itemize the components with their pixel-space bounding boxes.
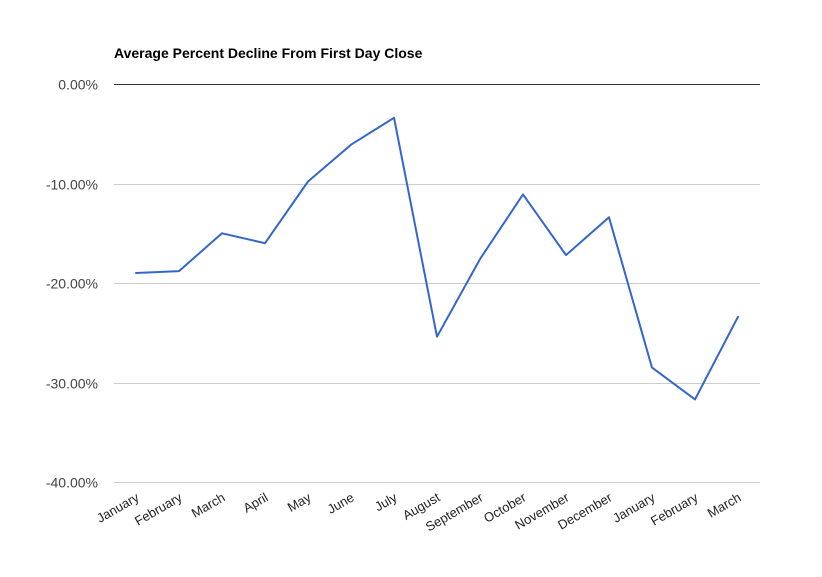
line-chart: Average Percent Decline From First Day C… [46, 45, 760, 534]
y-tick-label: -20.00% [46, 276, 98, 292]
data-point[interactable] [133, 270, 139, 276]
data-point[interactable] [735, 314, 741, 320]
data-point[interactable] [262, 240, 268, 246]
gridlines [114, 84, 760, 483]
x-tick-label: February [132, 489, 185, 528]
data-point[interactable] [520, 191, 526, 197]
data-point[interactable] [305, 179, 311, 185]
data-point[interactable] [692, 396, 698, 402]
y-tick-label: -40.00% [46, 475, 98, 491]
data-point[interactable] [434, 334, 440, 340]
y-tick-label: -30.00% [46, 376, 98, 392]
x-tick-label: May [285, 489, 314, 515]
data-point[interactable] [606, 214, 612, 220]
data-point[interactable] [219, 230, 225, 236]
chart-title: Average Percent Decline From First Day C… [114, 45, 423, 61]
data-point[interactable] [649, 365, 655, 371]
data-point[interactable] [391, 115, 397, 121]
series-line [135, 116, 739, 401]
x-tick-label: July [372, 489, 400, 514]
x-tick-label: June [325, 490, 357, 517]
y-tick-label: 0.00% [58, 77, 98, 93]
x-tick-label: April [240, 490, 270, 516]
y-axis-ticks: 0.00% -10.00% -20.00% -30.00% -40.00% [46, 77, 98, 491]
x-tick-label: March [705, 490, 744, 521]
x-tick-label: March [189, 490, 228, 521]
data-point[interactable] [477, 256, 483, 262]
data-point[interactable] [348, 142, 354, 148]
data-point[interactable] [563, 252, 569, 258]
y-tick-label: -10.00% [46, 177, 98, 193]
data-point[interactable] [176, 268, 182, 274]
x-axis-ticks: JanuaryFebruary March April May June July Augu… [94, 489, 744, 534]
series-layer [133, 115, 741, 402]
x-tick-label: February [648, 489, 701, 528]
